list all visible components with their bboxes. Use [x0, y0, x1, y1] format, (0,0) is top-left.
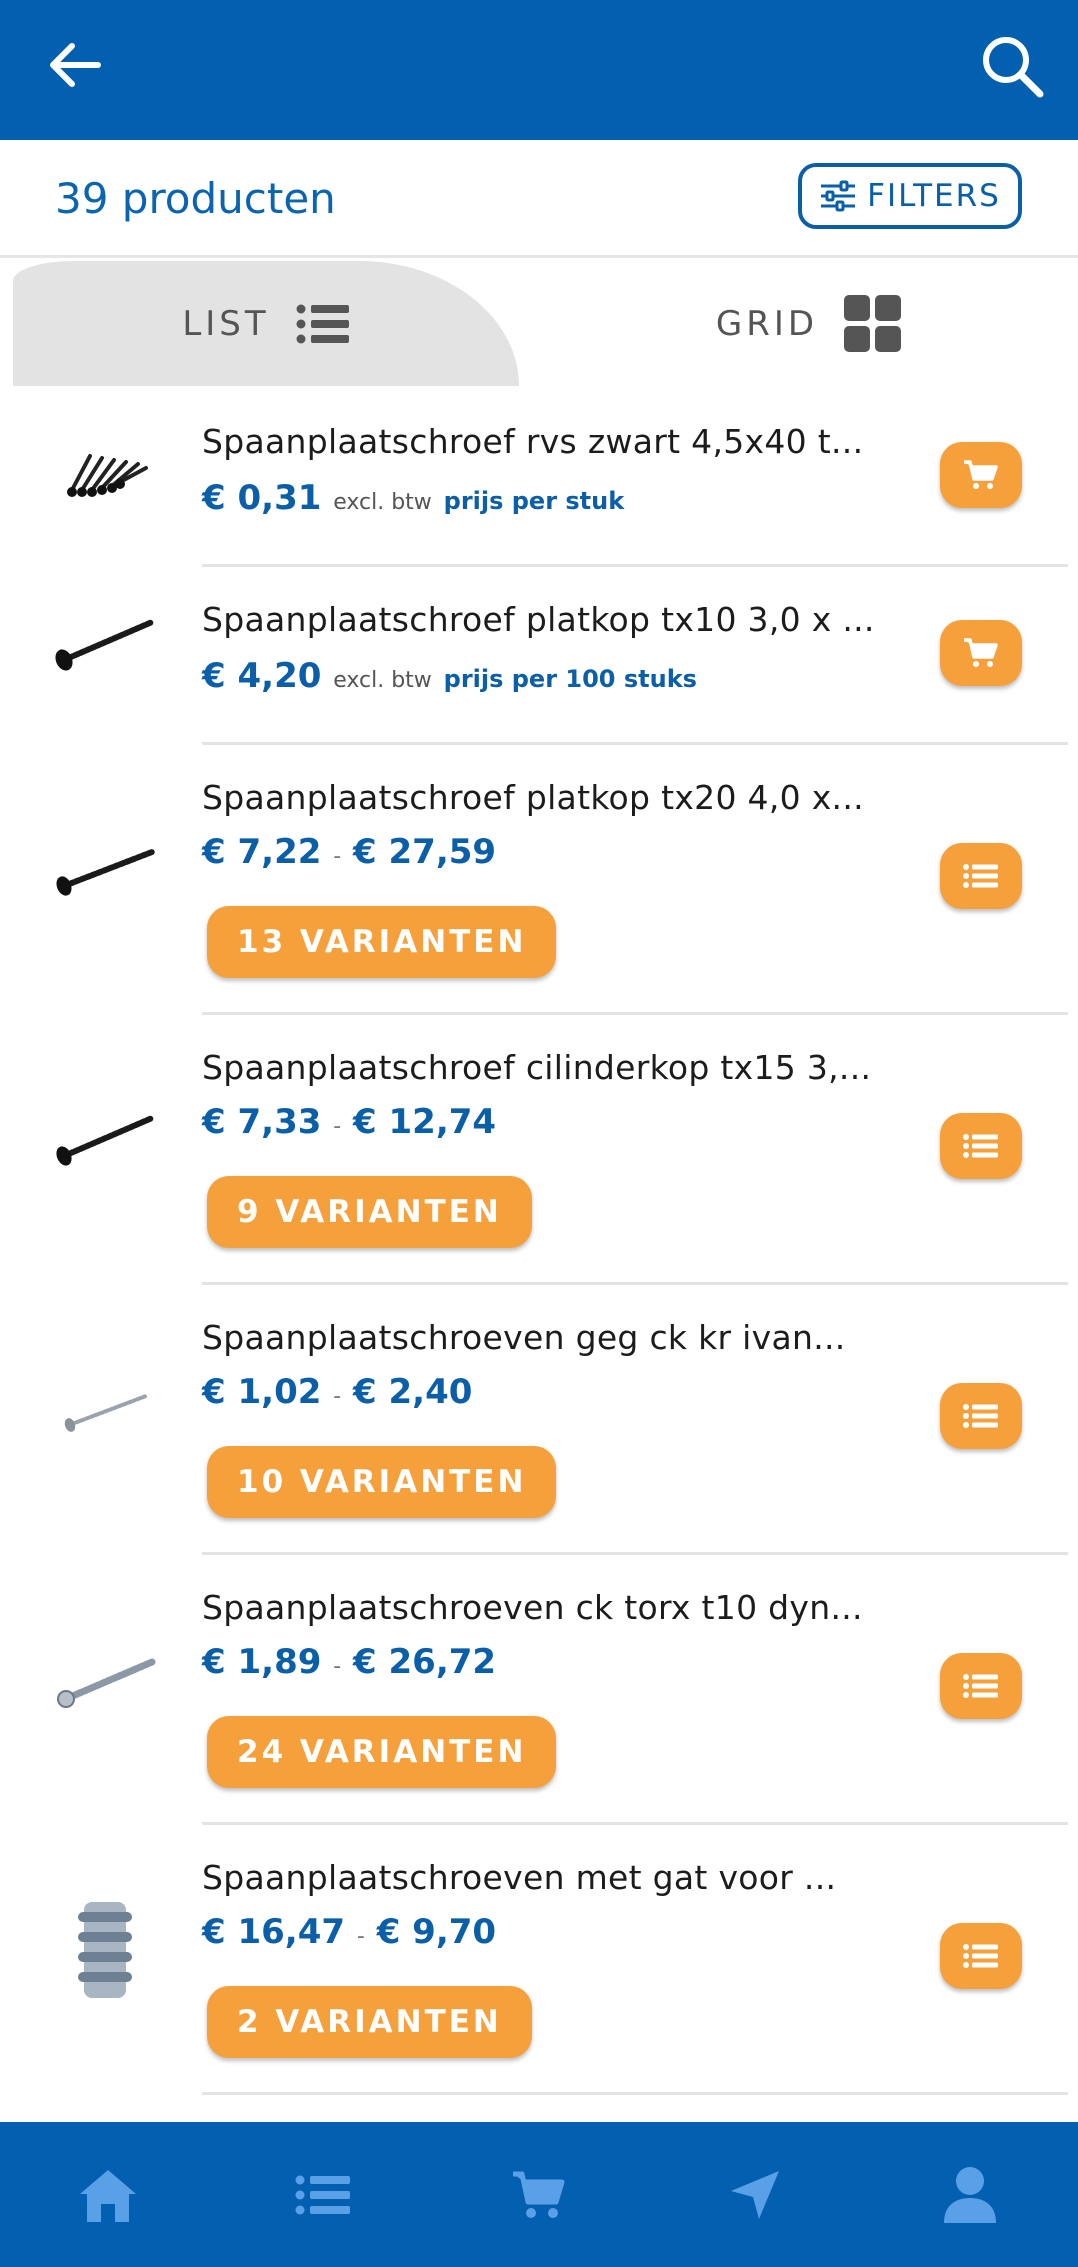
price-separator: - — [356, 1924, 365, 1949]
price-to: € 9,70 — [376, 1912, 497, 1952]
bottom-navigation — [0, 2122, 1078, 2267]
price-value: € 0,31 — [202, 478, 322, 518]
list-icon — [963, 1134, 998, 1158]
tab-grid-label: GRID — [715, 303, 819, 344]
view-variants-button[interactable] — [940, 1383, 1022, 1449]
grid-icon — [844, 294, 902, 352]
screw-image — [55, 619, 155, 671]
list-item[interactable]: Spaanplaatschroeven geg ck kr ivan... € … — [0, 1282, 1078, 1555]
nav-account[interactable] — [900, 2145, 1040, 2245]
price-separator: - — [333, 1114, 342, 1139]
nav-home[interactable] — [38, 2145, 178, 2245]
filters-label: FILTERS — [867, 178, 1001, 214]
product-title[interactable]: Spaanplaatschroeven geg ck kr ivan... — [202, 1318, 846, 1357]
list-icon — [963, 864, 998, 888]
list-item[interactable]: Spaanplaatschroef cilinderkop tx15 3,...… — [0, 1012, 1078, 1285]
list-item[interactable]: Spaanplaatschroeven ck torx t10 dyn... €… — [0, 1552, 1078, 1825]
variants-button[interactable]: 10 VARIANTEN — [207, 1446, 557, 1518]
cart-icon — [512, 2171, 565, 2218]
variants-button[interactable]: 13 VARIANTEN — [207, 906, 557, 978]
add-to-cart-button[interactable] — [940, 620, 1022, 686]
product-count: 39 producten — [55, 174, 336, 223]
product-list: Spaanplaatschroef rvs zwart 4,5x40 t... … — [0, 386, 1078, 2095]
screw-image — [64, 1394, 148, 1432]
home-icon — [79, 2169, 136, 2222]
price-excl-label: excl. btw — [333, 490, 432, 515]
product-title[interactable]: Spaanplaatschroef platkop tx10 3,0 x ... — [202, 600, 875, 639]
tab-grid[interactable]: GRID — [540, 261, 1078, 386]
filters-button[interactable]: FILTERS — [798, 163, 1022, 229]
list-item[interactable]: Spaanplaatschroef platkop tx20 4,0 x... … — [0, 742, 1078, 1015]
list-icon — [963, 1404, 998, 1428]
results-toolbar: 39 producten FILTERS — [0, 140, 1078, 258]
variants-button[interactable]: 9 VARIANTEN — [207, 1176, 532, 1248]
product-price: € 16,47 - € 9,70 — [202, 1912, 496, 1952]
navigation-icon — [730, 2170, 779, 2219]
variants-button[interactable]: 24 VARIANTEN — [207, 1716, 557, 1788]
price-from: € 7,33 — [202, 1102, 322, 1142]
price-from: € 1,89 — [202, 1642, 322, 1682]
product-title[interactable]: Spaanplaatschroef platkop tx20 4,0 x... — [202, 778, 864, 817]
screw-image — [56, 1115, 155, 1166]
screw-image — [56, 849, 155, 896]
tab-list[interactable]: LIST — [13, 261, 519, 386]
list-item[interactable]: Spaanplaatschroeven met gat voor ... € 1… — [0, 1822, 1078, 2095]
view-variants-button[interactable] — [940, 1653, 1022, 1719]
list-icon — [963, 1944, 998, 1968]
cart-icon — [964, 460, 998, 489]
arrow-left-icon[interactable] — [40, 30, 110, 100]
list-item[interactable]: Spaanplaatschroef platkop tx10 3,0 x ...… — [0, 564, 1078, 745]
add-to-cart-button[interactable] — [940, 442, 1022, 508]
price-to: € 12,74 — [353, 1102, 497, 1142]
sliders-icon — [821, 180, 856, 212]
list-icon — [296, 304, 349, 343]
price-to: € 2,40 — [353, 1372, 473, 1412]
product-price: € 1,02 - € 2,40 — [202, 1372, 472, 1412]
price-to: € 27,59 — [353, 832, 497, 872]
price-separator: - — [333, 1654, 342, 1679]
screw-image — [57, 1658, 156, 1708]
product-title[interactable]: Spaanplaatschroef cilinderkop tx15 3,... — [202, 1048, 871, 1087]
list-icon — [295, 2175, 351, 2214]
price-separator: - — [333, 1384, 342, 1409]
price-excl-label: excl. btw — [333, 668, 432, 693]
product-price: € 4,20 excl. btw prijs per 100 stuks — [202, 656, 697, 696]
product-price: € 1,89 - € 26,72 — [202, 1642, 496, 1682]
view-toggle: LIST GRID — [0, 261, 1078, 386]
nav-location[interactable] — [685, 2145, 825, 2245]
screw-pack-image — [67, 454, 148, 497]
nav-categories[interactable] — [253, 2145, 393, 2245]
view-variants-button[interactable] — [940, 1923, 1022, 1989]
product-title[interactable]: Spaanplaatschroef rvs zwart 4,5x40 t... — [202, 422, 863, 461]
product-price: € 7,22 - € 27,59 — [202, 832, 496, 872]
divider — [202, 2092, 1068, 2095]
list-icon — [963, 1674, 998, 1698]
product-price: € 0,31 excl. btw prijs per stuk — [202, 478, 624, 518]
price-from: € 7,22 — [202, 832, 322, 872]
list-item[interactable]: Spaanplaatschroef rvs zwart 4,5x40 t... … — [0, 386, 1078, 567]
price-from: € 16,47 — [202, 1912, 346, 1952]
price-to: € 26,72 — [353, 1642, 497, 1682]
tab-list-label: LIST — [182, 303, 270, 344]
cart-icon — [964, 638, 998, 667]
price-value: € 4,20 — [202, 656, 322, 696]
price-separator: - — [333, 844, 342, 869]
app-header — [0, 0, 1078, 140]
product-title[interactable]: Spaanplaatschroeven ck torx t10 dyn... — [202, 1588, 863, 1627]
price-unit-label: prijs per stuk — [443, 487, 625, 515]
price-from: € 1,02 — [202, 1372, 322, 1412]
nav-cart[interactable] — [469, 2145, 609, 2245]
search-icon[interactable] — [976, 30, 1048, 102]
user-icon — [944, 2166, 997, 2223]
view-variants-button[interactable] — [940, 1113, 1022, 1179]
product-title[interactable]: Spaanplaatschroeven met gat voor ... — [202, 1858, 836, 1897]
price-unit-label: prijs per 100 stuks — [443, 665, 697, 693]
view-variants-button[interactable] — [940, 843, 1022, 909]
product-price: € 7,33 - € 12,74 — [202, 1102, 496, 1142]
variants-button[interactable]: 2 VARIANTEN — [207, 1986, 532, 2058]
threaded-insert-image — [78, 1902, 132, 1998]
